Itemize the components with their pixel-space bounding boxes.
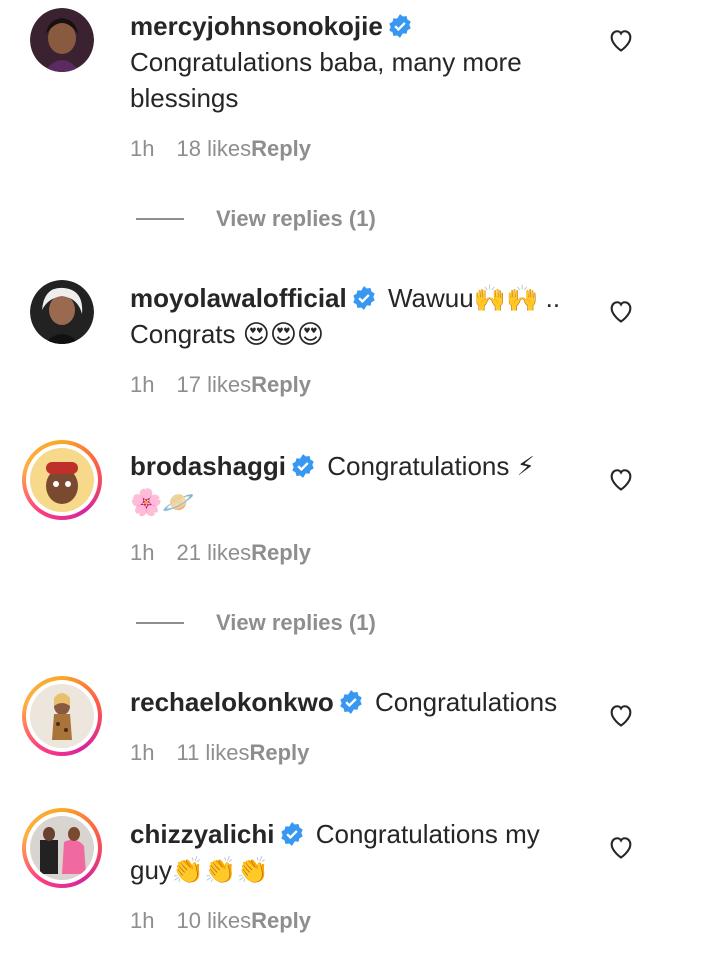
heart-icon[interactable] [607, 297, 635, 325]
like-count[interactable]: 21 likes [176, 540, 251, 565]
username[interactable]: brodashaggi [130, 451, 286, 481]
comment-text: Congratulations ⚡ [327, 451, 535, 481]
username[interactable]: rechaelokonkwo [130, 687, 334, 717]
comment-text: Congratulations my [315, 819, 540, 849]
username[interactable]: moyolawalofficial [130, 283, 347, 313]
comment-meta: 1h 11 likesReply [130, 740, 309, 766]
comment-meta: 1h 21 likesReply [130, 540, 311, 566]
comment-meta: 1h 17 likesReply [130, 372, 311, 398]
reply-button[interactable]: Reply [251, 908, 311, 933]
like-count[interactable]: 17 likes [176, 372, 251, 397]
reply-button[interactable]: Reply [251, 540, 311, 565]
like-count[interactable]: 10 likes [176, 908, 251, 933]
avatar[interactable] [22, 808, 102, 888]
like-count[interactable]: 11 likes [176, 740, 249, 765]
verified-badge-icon [340, 690, 362, 714]
avatar[interactable] [22, 676, 102, 756]
verified-badge-icon [292, 454, 314, 478]
like-count[interactable]: 18 likes [176, 136, 251, 161]
comment-text: guy👏👏👏 [130, 855, 270, 885]
timestamp: 1h [130, 908, 155, 933]
username[interactable]: mercyjohnsonokojie [130, 11, 383, 41]
verified-badge-icon [353, 286, 375, 310]
heart-icon[interactable] [607, 833, 635, 861]
avatar[interactable] [22, 440, 102, 520]
comment-meta: 1h 10 likesReply [130, 908, 311, 934]
timestamp: 1h [130, 540, 155, 565]
reply-button[interactable]: Reply [249, 740, 309, 765]
timestamp: 1h [130, 372, 155, 397]
divider [136, 622, 184, 624]
heart-icon[interactable] [607, 26, 635, 54]
verified-badge-icon [280, 822, 303, 846]
comment-text: 🌸🪐 [130, 487, 195, 517]
avatar[interactable] [30, 280, 94, 344]
view-replies-label: View replies (1) [216, 206, 376, 231]
heart-icon[interactable] [607, 701, 635, 729]
username[interactable]: chizzyalichi [130, 819, 275, 849]
timestamp: 1h [130, 740, 155, 765]
avatar[interactable] [30, 8, 94, 72]
comment-text: Wawuu🙌🙌 .. [387, 283, 561, 313]
reply-button[interactable]: Reply [251, 136, 311, 161]
comment-text: Congratulations [374, 687, 558, 717]
comment-text: Congratulations baba, many more [130, 47, 522, 77]
comment-meta: 1h 18 likesReply [130, 136, 311, 162]
heart-icon[interactable] [607, 465, 635, 493]
verified-badge-icon [389, 14, 411, 38]
view-replies-button[interactable]: View replies (1) [136, 610, 376, 636]
comment-text: Congrats 😍😍😍 [130, 319, 325, 349]
view-replies-button[interactable]: View replies (1) [136, 206, 376, 232]
comment-text: blessings [130, 83, 239, 113]
reply-button[interactable]: Reply [251, 372, 311, 397]
divider [136, 218, 184, 220]
view-replies-label: View replies (1) [216, 610, 376, 635]
timestamp: 1h [130, 136, 155, 161]
